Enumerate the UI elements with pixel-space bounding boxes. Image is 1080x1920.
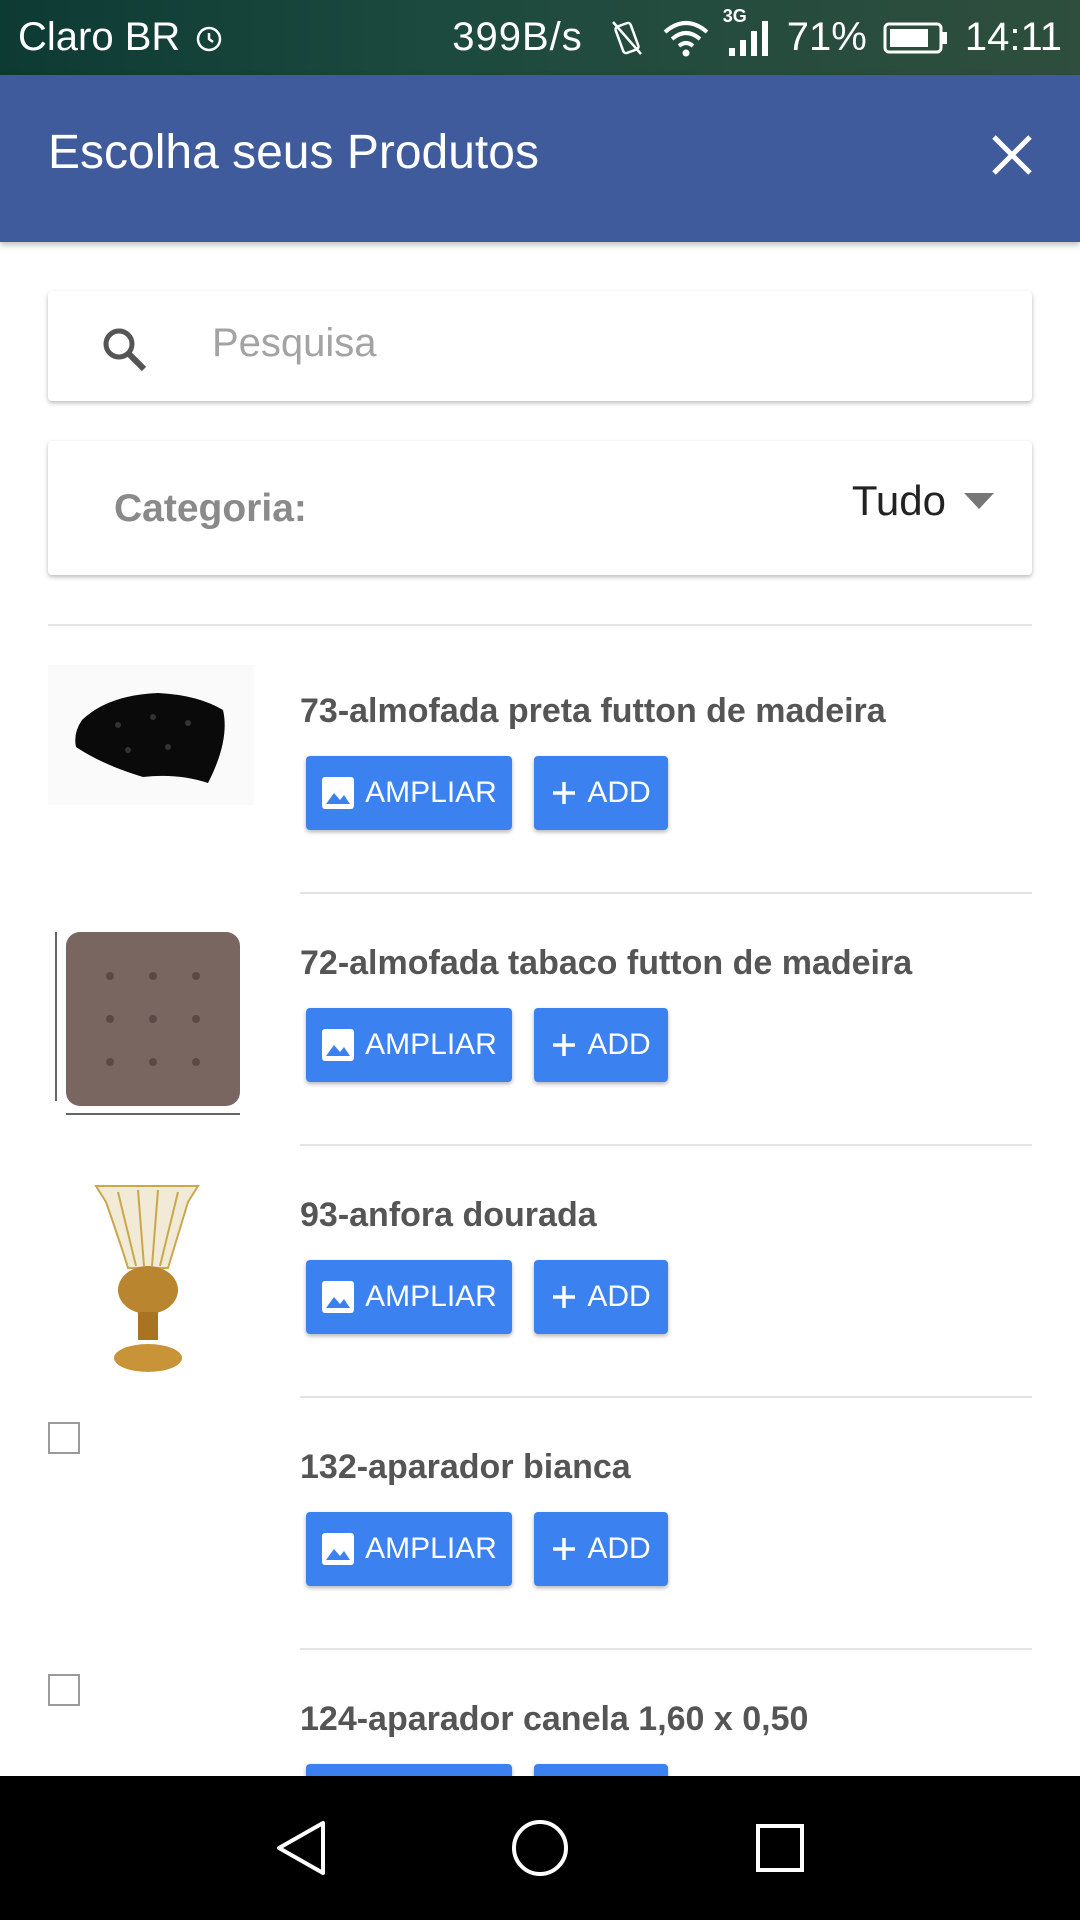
ampliar-label: AMPLIAR [365,1280,497,1313]
carrier-name: Claro BR [18,15,181,59]
plus-icon [553,1034,576,1056]
search-input[interactable] [212,313,992,373]
plus-icon [553,782,576,804]
ampliar-button[interactable]: AMPLIAR [306,1260,512,1334]
close-button[interactable] [980,123,1044,187]
product-name: 73-almofada preta futton de madeira [300,692,886,730]
back-button[interactable] [270,1818,330,1878]
image-icon [322,1533,355,1565]
add-button[interactable]: ADD [534,1260,668,1334]
add-button[interactable]: ADD [534,1008,668,1082]
dropdown-arrow-icon [964,493,994,509]
category-label: Categoria: [114,487,307,530]
home-button[interactable] [510,1818,570,1878]
back-triangle-icon [277,1821,325,1875]
image-icon [322,1029,355,1061]
ampliar-button[interactable]: AMPLIAR [306,1008,512,1082]
golden-vase-image [48,1182,254,1378]
add-button[interactable]: ADD [534,756,668,830]
add-button[interactable]: ADD [534,1512,668,1586]
brown-cushion-image [48,926,254,1122]
app-bar: Escolha seus Produtos [0,75,1080,242]
product-name: 132-aparador bianca [300,1448,631,1486]
image-icon [322,1281,355,1313]
product-row: 72-almofada tabaco futton de madeira AMP… [0,902,1080,1154]
image-icon [322,777,355,809]
product-name: 72-almofada tabaco futton de madeira [300,944,913,982]
category-selected-value: Tudo [851,477,946,524]
add-label: ADD [587,1280,651,1313]
battery-percent: 71% [786,15,867,59]
search-bar [48,291,1032,401]
product-image[interactable] [48,665,254,815]
category-select[interactable]: Tudo [852,477,994,525]
broken-image-icon [48,1422,80,1454]
recents-button[interactable] [750,1818,810,1878]
product-row: 132-aparador bianca AMPLIAR ADD [0,1406,1080,1658]
broken-image-icon [48,1674,80,1706]
row-divider [300,1144,1032,1146]
row-divider [300,1396,1032,1398]
category-filter: Categoria: Tudo [48,441,1032,575]
close-icon [992,135,1032,175]
ampliar-button[interactable]: AMPLIAR [306,1512,512,1586]
plus-icon [553,1538,576,1560]
row-divider [300,892,1032,894]
home-circle-icon [512,1820,568,1876]
wifi-icon [661,18,711,58]
battery-icon [883,21,949,55]
cellular-signal-icon: 3G [723,6,771,58]
search-icon [100,325,150,380]
black-cushion-image [48,665,254,805]
network-speed: 399B/s [452,15,583,59]
list-divider [48,624,1032,626]
alarm-icon [194,23,224,53]
plus-icon [553,1286,576,1308]
product-image[interactable] [48,926,254,1122]
add-label: ADD [587,776,651,809]
row-divider [300,1648,1032,1650]
network-type: 3G [722,5,747,26]
page-title: Escolha seus Produtos [48,126,539,179]
add-label: ADD [587,1532,651,1565]
ampliar-label: AMPLIAR [365,776,497,809]
product-row: 73-almofada preta futton de madeira AMPL… [0,650,1080,902]
ampliar-label: AMPLIAR [365,1028,497,1061]
recents-square-icon [756,1824,804,1872]
product-name: 93-anfora dourada [300,1196,597,1234]
ampliar-button[interactable]: AMPLIAR [306,756,512,830]
navigation-bar [0,1776,1080,1920]
product-row: 93-anfora dourada AMPLIAR ADD [0,1154,1080,1406]
status-bar: Claro BR 399B/s 3G 71% 14:11 [0,0,1080,75]
clock: 14:11 [964,15,1062,59]
ampliar-label: AMPLIAR [365,1532,497,1565]
add-label: ADD [587,1028,651,1061]
product-name: 124-aparador canela 1,60 x 0,50 [300,1700,809,1738]
product-image[interactable] [48,1182,254,1378]
vibrate-icon [609,18,645,58]
